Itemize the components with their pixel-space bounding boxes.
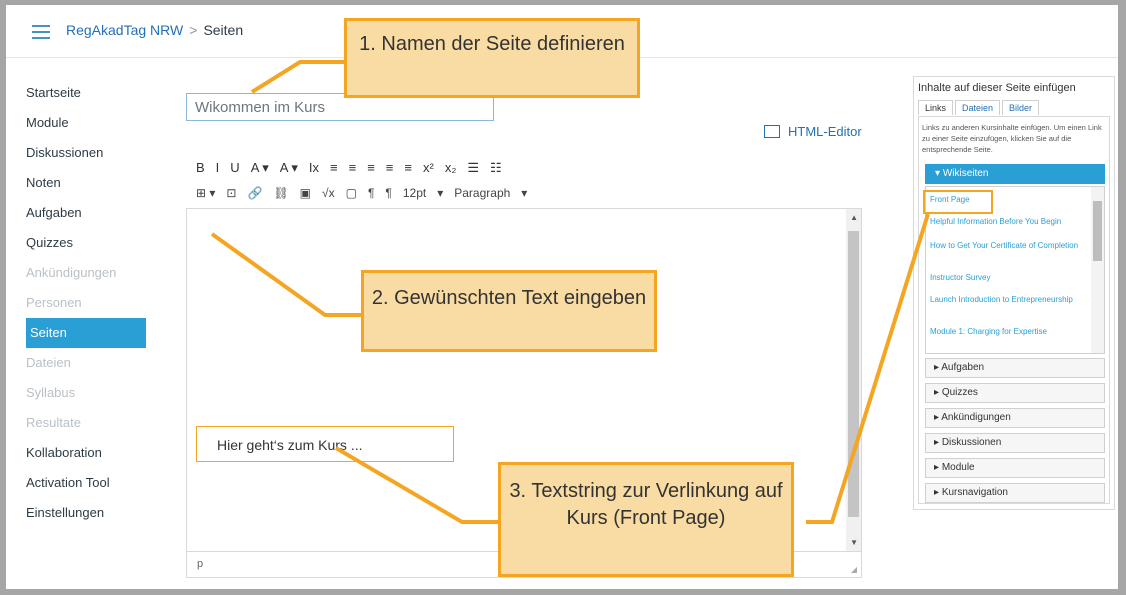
connector-3a xyxy=(334,446,498,524)
callout-3: 3. Textstring zur Verlinkung auf Kurs (F… xyxy=(498,462,794,577)
connector-3b xyxy=(806,213,930,524)
callout-1: 1. Namen der Seite definieren xyxy=(344,18,640,98)
callout-2: 2. Gewünschten Text eingeben xyxy=(361,270,657,352)
connector-2 xyxy=(210,232,362,317)
connector-1 xyxy=(250,60,345,94)
